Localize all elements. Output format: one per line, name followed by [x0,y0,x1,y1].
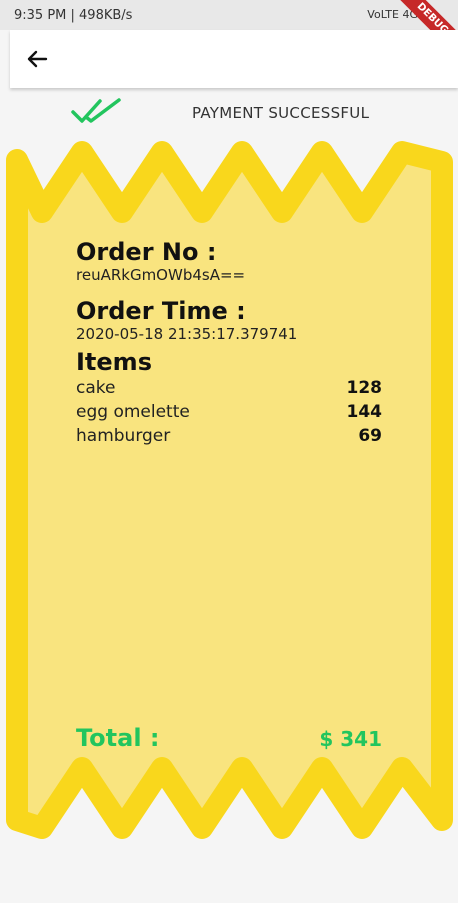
order-no-value: reuARkGmOWb4sA== [76,266,246,284]
items-list: cake 128 egg omelette 144 hamburger 69 [76,376,382,448]
item-price: 69 [358,426,382,446]
order-no-label: Order No : [76,238,217,266]
list-item: cake 128 [76,376,382,400]
order-time-value: 2020-05-18 21:35:17.379741 [76,325,298,343]
order-time-label: Order Time : [76,297,246,325]
app-bar [10,30,458,88]
item-name: egg omelette [76,402,190,422]
arrow-left-icon [27,50,48,68]
item-name: cake [76,378,116,398]
list-item: hamburger 69 [76,424,382,448]
back-button[interactable] [22,44,52,74]
total-label: Total : [76,724,160,752]
status-time: 9:35 PM | 498KB/s [14,8,133,23]
total-row: Total : $ 341 [76,724,382,752]
receipt-details: Order No : reuARkGmOWb4sA== Order Time :… [76,238,382,448]
payment-status-text: PAYMENT SUCCESSFUL [192,104,370,122]
item-price: 128 [346,378,383,398]
items-label: Items [76,348,152,376]
item-name: hamburger [76,426,171,446]
list-item: egg omelette 144 [76,400,382,424]
payment-status: PAYMENT SUCCESSFUL [0,95,458,135]
status-bar: 9:35 PM | 498KB/s VoLTE 4G DEBUG [0,0,458,68]
item-price: 144 [346,402,383,422]
total-value: $ 341 [319,727,382,751]
double-check-icon [71,98,121,123]
